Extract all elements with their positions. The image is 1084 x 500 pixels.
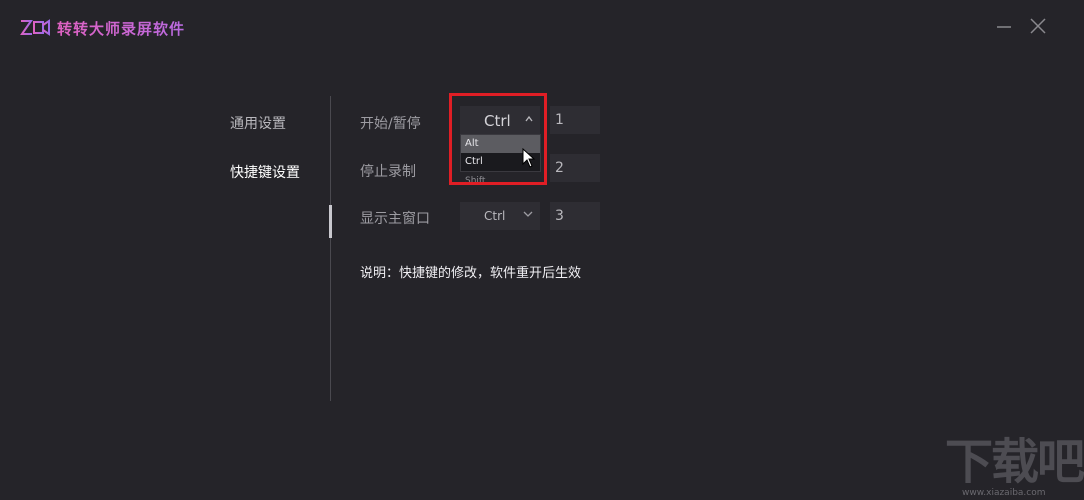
app-title: 转转大师录屏软件 <box>57 20 186 38</box>
app-window: 转转大师录屏软件 通用设置 快捷键设置 开始/暂停 停止录制 显示主窗口 Ctr… <box>0 0 1084 500</box>
sidebar-divider <box>330 96 331 401</box>
watermark-logo: 下载吧 <box>945 434 1084 490</box>
dropdown-option-ctrl[interactable]: Ctrl <box>461 153 540 171</box>
minimize-button[interactable] <box>994 16 1014 36</box>
close-icon <box>1030 18 1046 34</box>
start-pause-key-input[interactable]: 1 <box>550 106 600 134</box>
close-button[interactable] <box>1028 16 1048 36</box>
active-indicator <box>329 205 332 238</box>
show-main-window-modifier-value: Ctrl <box>484 209 506 223</box>
modifier-dropdown-list: Alt Ctrl <box>460 134 541 172</box>
dropdown-option-shift[interactable]: Shift <box>465 176 485 186</box>
show-main-window-key-input[interactable]: 3 <box>550 202 600 230</box>
app-logo-icon <box>20 19 50 36</box>
dropdown-option-alt[interactable]: Alt <box>461 135 540 153</box>
start-pause-modifier-select[interactable]: Ctrl <box>460 106 540 134</box>
stop-recording-label: 停止录制 <box>360 164 416 180</box>
show-main-window-label: 显示主窗口 <box>360 211 430 227</box>
chevron-down-icon <box>523 211 533 217</box>
watermark-url: www.xiazaiba.com <box>962 488 1046 498</box>
sidebar-item-general-settings[interactable]: 通用设置 <box>230 113 286 133</box>
hotkey-note: 说明：快捷键的修改，软件重开后生效 <box>360 266 582 281</box>
show-main-window-modifier-select[interactable]: Ctrl <box>460 202 540 230</box>
start-pause-modifier-value: Ctrl <box>484 112 511 130</box>
sidebar-item-hotkey-settings[interactable]: 快捷键设置 <box>230 162 300 182</box>
minimize-icon <box>997 26 1011 28</box>
stop-recording-key-input[interactable]: 2 <box>550 154 600 182</box>
chevron-up-icon <box>525 115 533 122</box>
start-pause-label: 开始/暂停 <box>360 116 421 132</box>
